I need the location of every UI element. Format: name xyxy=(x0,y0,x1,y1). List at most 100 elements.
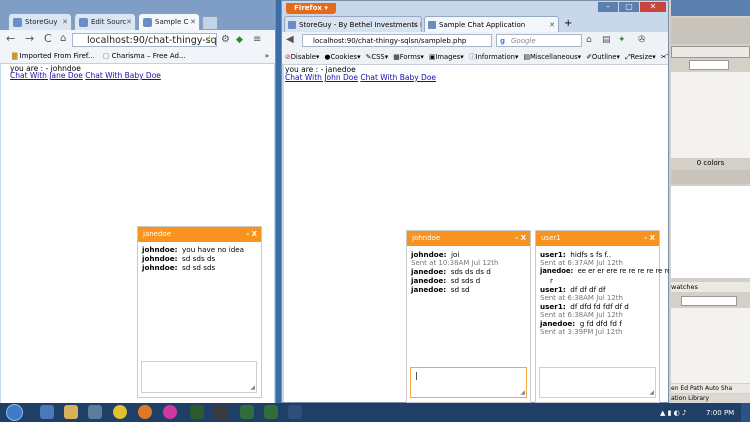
bookmark-star-icon[interactable]: ☆ xyxy=(205,33,214,47)
chat-input[interactable]: ◢ xyxy=(539,367,656,398)
bookmarks-more[interactable]: » xyxy=(265,50,269,63)
tab-sample-chat-ff[interactable]: Sample Chat Application ✕ xyxy=(424,16,559,32)
library-tab[interactable]: ation Library xyxy=(671,394,750,403)
clock[interactable]: 7:00 PM xyxy=(706,408,736,418)
chat-window-janedoe: janedoe - X johndoe: you have no idea joh… xyxy=(137,226,262,398)
chat-window-controls[interactable]: - X xyxy=(644,231,655,246)
reload-icon[interactable]: C xyxy=(44,32,52,46)
address-bar[interactable]: localhost:90/chat-thingy-sqls xyxy=(72,33,217,47)
chrome-icon[interactable] xyxy=(113,405,127,419)
bookmarks-icon[interactable]: ▤ xyxy=(602,34,611,46)
app-icon[interactable] xyxy=(288,405,302,419)
home-icon[interactable]: ⌂ xyxy=(60,32,66,46)
minimize-button[interactable]: – xyxy=(598,2,618,12)
bookmark-charisma[interactable]: Charisma – Free Ad... xyxy=(112,52,186,60)
show-desktop-button[interactable] xyxy=(741,403,750,422)
new-tab-button[interactable]: + xyxy=(564,17,572,31)
bookmark-imported[interactable]: Imported From Firef... xyxy=(20,52,95,60)
chat-with-baby-link[interactable]: Chat With Baby Doe xyxy=(85,71,161,80)
forward-arrow-icon[interactable]: → xyxy=(25,32,34,46)
app-icon[interactable] xyxy=(88,405,102,419)
devbar-resize[interactable]: Resize xyxy=(631,53,653,61)
devbar-forms[interactable]: Forms xyxy=(400,53,421,61)
close-window-button[interactable]: ✕ xyxy=(640,2,666,12)
swatches-tab[interactable]: watches xyxy=(671,282,750,292)
resize-grip-icon[interactable]: ◢ xyxy=(520,389,525,396)
tab-storeguy[interactable]: StoreGuy ✕ xyxy=(8,13,72,30)
chat-input[interactable]: | ◢ xyxy=(410,367,527,398)
app-icon[interactable] xyxy=(240,405,254,419)
chat-message: user1: df dfd fd fdf df d xyxy=(540,302,629,311)
devbar-cookies[interactable]: Cookies xyxy=(330,53,357,61)
chat-with-baby-link[interactable]: Chat With Baby Doe xyxy=(360,73,436,82)
tools-icon[interactable]: ✇ xyxy=(638,34,646,46)
menu-icon[interactable]: ≡ xyxy=(253,33,261,47)
tab-auto-shape[interactable]: Auto Sha xyxy=(705,385,732,392)
start-button[interactable] xyxy=(6,404,23,421)
chat-with-john-link[interactable]: Chat With John Doe xyxy=(285,73,358,82)
home-icon[interactable]: ⌂ xyxy=(586,34,592,46)
close-tab-icon[interactable]: ✕ xyxy=(549,17,555,32)
firefox-icon[interactable] xyxy=(138,405,152,419)
tab-edit[interactable]: en Ed xyxy=(671,385,688,392)
extension-icon[interactable]: ◆ xyxy=(236,33,243,47)
devbar-miscellaneous[interactable]: Miscellaneous xyxy=(530,53,578,61)
chat-input[interactable]: ◢ xyxy=(141,361,257,393)
chat-message: user1: hidfs s fs f.. xyxy=(540,250,612,259)
devbar-images[interactable]: Images xyxy=(435,53,460,61)
back-arrow-icon[interactable]: ← xyxy=(6,32,15,46)
tab-edit-source[interactable]: Edit Sourc ✕ xyxy=(74,13,136,30)
chat-with-jane-link[interactable]: Chat With Jane Doe xyxy=(10,71,83,80)
search-box[interactable]: g Google xyxy=(496,34,582,47)
devbar-outline[interactable]: Outline xyxy=(592,53,617,61)
maximize-button[interactable]: ▢ xyxy=(619,2,639,12)
swatches-panel xyxy=(671,308,750,383)
close-tab-icon[interactable]: ✕ xyxy=(412,17,418,32)
close-tab-icon[interactable]: ✕ xyxy=(126,14,132,30)
tab-sample-chat[interactable]: Sample C ✕ xyxy=(138,13,200,30)
close-tab-icon[interactable]: ✕ xyxy=(190,14,196,30)
information-icon: ⓘ xyxy=(468,53,476,61)
devbar-tools[interactable]: T xyxy=(667,53,668,61)
app-dropdown[interactable] xyxy=(689,60,729,70)
app-bottom-tabs: en Ed Path Auto Sha xyxy=(671,384,750,393)
chat-header[interactable]: janedoe - X xyxy=(138,227,261,242)
app-panel-toolbar xyxy=(671,170,750,184)
chat-links: Chat With Jane Doe Chat With Baby Doe xyxy=(10,71,161,80)
text-cursor: | xyxy=(415,371,418,380)
new-tab-button[interactable] xyxy=(202,16,218,30)
addon-icon[interactable]: ✦ xyxy=(618,34,626,46)
chat-message: janedoe: sd sd xyxy=(411,285,470,294)
folder-icon: ▇ xyxy=(12,52,18,60)
explorer-icon[interactable] xyxy=(64,405,78,419)
chat-message: johndoe: sd sd sds xyxy=(142,263,216,272)
swatches-dropdown[interactable] xyxy=(681,296,737,306)
tray-icons[interactable]: ▲ ▮ ◐ ♪ xyxy=(660,408,700,418)
app-icon[interactable] xyxy=(264,405,278,419)
devbar-information[interactable]: Information xyxy=(476,53,515,61)
close-tab-icon[interactable]: ✕ xyxy=(62,14,68,30)
firefox-menu-button[interactable]: Firefox ▾ xyxy=(286,3,336,14)
devbar-css[interactable]: CSS xyxy=(371,53,384,61)
address-bar[interactable]: localhost:90/chat-thingy-sqlsn/sampleb.p… xyxy=(302,34,492,47)
tab-storeguy-ff[interactable]: StoreGuy - By Bethel Investments Lim...✕ xyxy=(284,16,422,32)
background-app-window: 0 colors watches en Ed Path Auto Sha ati… xyxy=(669,0,750,403)
back-arrow-icon[interactable]: ◀ xyxy=(286,34,294,46)
devbar-disable[interactable]: Disable xyxy=(291,53,316,61)
resize-grip-icon[interactable]: ◢ xyxy=(649,389,654,396)
chat-message: janedoe: sd sds d xyxy=(411,276,481,285)
window-controls: – ▢ ✕ xyxy=(598,1,666,13)
app-icon[interactable] xyxy=(214,405,228,419)
tab-path[interactable]: Path xyxy=(690,385,703,392)
ie-icon[interactable] xyxy=(40,405,54,419)
resize-grip-icon[interactable]: ◢ xyxy=(250,384,255,391)
chat-message: janedoe: ee er er ere re re re re re re xyxy=(540,267,672,275)
app-icon[interactable] xyxy=(163,405,177,419)
settings-gear-icon[interactable]: ⚙ xyxy=(221,33,230,47)
chat-header[interactable]: user1- X xyxy=(536,231,659,246)
favicon-icon xyxy=(288,21,296,29)
app-icon[interactable] xyxy=(190,405,204,419)
chat-window-controls[interactable]: - X xyxy=(515,231,526,246)
chat-window-controls[interactable]: - X xyxy=(246,227,257,242)
chat-header[interactable]: johndoe - X xyxy=(407,231,530,246)
